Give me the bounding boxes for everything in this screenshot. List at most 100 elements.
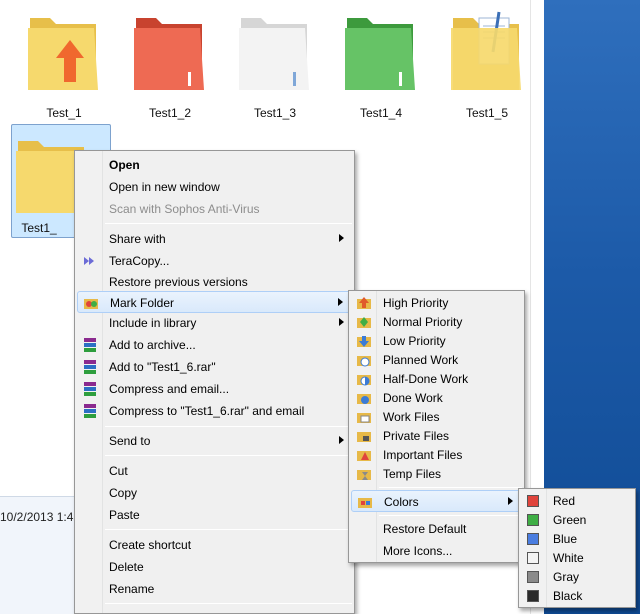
- menu-item-label: Important Files: [383, 448, 463, 462]
- menu-item-open-new-window[interactable]: Open in new window: [77, 176, 352, 198]
- menu-separator: [105, 603, 352, 604]
- normal-priority-icon: [357, 317, 371, 328]
- menu-item-compress-rar-email[interactable]: Compress to "Test1_6.rar" and email: [77, 400, 352, 422]
- menu-separator: [105, 426, 352, 427]
- folder-icon: [451, 11, 521, 90]
- submenu-arrow-icon: [508, 497, 513, 505]
- high-priority-icon: [357, 297, 371, 309]
- half-done-icon: [357, 375, 371, 386]
- submenu-arrow-icon: [339, 234, 344, 242]
- menu-item-label: Delete: [109, 560, 144, 574]
- mark-folder-submenu: High Priority Normal Priority Low Priori…: [348, 290, 525, 563]
- menu-item-copy[interactable]: Copy: [77, 482, 352, 504]
- teracopy-icon: [84, 257, 94, 265]
- menu-item-create-shortcut[interactable]: Create shortcut: [77, 534, 352, 556]
- menu-item-label: Normal Priority: [383, 315, 463, 329]
- submenu-item-colors[interactable]: Colors: [351, 490, 522, 512]
- menu-item-compress-email[interactable]: Compress and email...: [77, 378, 352, 400]
- folder-item[interactable]: Test1_4: [331, 2, 431, 120]
- folder-label: Test1_5: [465, 106, 509, 120]
- work-files-icon: [357, 413, 371, 423]
- menu-item-label: Black: [553, 589, 583, 603]
- submenu-arrow-icon: [339, 318, 344, 326]
- menu-item-add-archive[interactable]: Add to archive...: [77, 334, 352, 356]
- menu-item-label: Include in library: [109, 316, 197, 330]
- menu-item-label: Red: [553, 494, 576, 508]
- folder-item[interactable]: Test1_2: [120, 2, 220, 120]
- colors-icon: [358, 498, 372, 508]
- folder-label: Test_1: [46, 106, 82, 120]
- menu-item-cut[interactable]: Cut: [77, 460, 352, 482]
- menu-item-label: Open: [109, 158, 140, 172]
- menu-item-label: Compress and email...: [109, 382, 230, 396]
- folder-item[interactable]: Test1_5: [437, 2, 537, 120]
- menu-separator: [105, 529, 352, 530]
- folder-icon: [28, 18, 98, 90]
- red-swatch-icon: [527, 495, 539, 507]
- planned-work-icon: [357, 356, 371, 367]
- menu-item-restore-previous[interactable]: Restore previous versions: [77, 271, 352, 293]
- folder-icon: [239, 18, 309, 90]
- green-swatch-icon: [527, 514, 539, 526]
- menu-item-label: Add to archive...: [109, 338, 196, 352]
- menu-separator: [379, 487, 522, 488]
- menu-item-label: Cut: [109, 464, 128, 478]
- menu-item-rename[interactable]: Rename: [77, 578, 352, 600]
- menu-item-label: Create shortcut: [109, 538, 192, 552]
- menu-item-send-to[interactable]: Send to: [77, 430, 352, 452]
- menu-item-label: TeraCopy...: [109, 254, 170, 268]
- menu-item-include-library[interactable]: Include in library: [77, 312, 352, 334]
- menu-item-share-with[interactable]: Share with: [77, 228, 352, 250]
- modified-date: 10/2/2013 1:45: [0, 510, 81, 524]
- menu-item-label: Add to "Test1_6.rar": [109, 360, 216, 374]
- winrar-icon: [84, 338, 96, 352]
- white-swatch-icon: [527, 552, 539, 564]
- folder-item[interactable]: Test1_3: [225, 2, 325, 120]
- menu-item-label: Private Files: [383, 429, 450, 443]
- private-files-icon: [357, 432, 371, 442]
- menu-item-teracopy[interactable]: TeraCopy...: [77, 250, 352, 272]
- winrar-icon: [84, 360, 96, 374]
- winrar-icon: [84, 382, 96, 396]
- menu-separator: [379, 515, 522, 516]
- color-item-black[interactable]: Black: [521, 585, 633, 607]
- menu-item-open[interactable]: Open: [77, 154, 352, 176]
- menu-item-mark-folder[interactable]: Mark Folder: [77, 291, 352, 313]
- menu-item-paste[interactable]: Paste: [77, 504, 352, 526]
- colors-submenu: Red Green Blue White Gray Black: [518, 488, 636, 608]
- menu-item-label: Colors: [384, 495, 419, 509]
- low-priority-icon: [357, 336, 371, 347]
- menu-item-label: White: [553, 551, 584, 565]
- gray-swatch-icon: [527, 571, 539, 583]
- menu-item-label: Copy: [109, 486, 138, 500]
- menu-item-label: More Icons...: [383, 544, 453, 558]
- submenu-arrow-icon: [338, 298, 343, 306]
- menu-item-label: High Priority: [383, 296, 449, 310]
- menu-item-label: Scan with Sophos Anti-Virus: [109, 202, 260, 216]
- menu-item-label: Gray: [553, 570, 580, 584]
- winrar-icon: [84, 404, 96, 418]
- menu-separator: [105, 455, 352, 456]
- menu-item-label: Restore Default: [383, 522, 467, 536]
- submenu-item-restore-default[interactable]: Restore Default: [351, 518, 522, 540]
- menu-item-label: Green: [553, 513, 587, 527]
- menu-item-label: Blue: [553, 532, 578, 546]
- menu-item-label: Share with: [109, 232, 166, 246]
- menu-item-label: Restore previous versions: [109, 275, 248, 289]
- menu-item-label: Send to: [109, 434, 151, 448]
- submenu-item-more-icons[interactable]: More Icons...: [351, 540, 522, 562]
- menu-item-delete[interactable]: Delete: [77, 556, 352, 578]
- menu-item-label: Compress to "Test1_6.rar" and email: [109, 404, 305, 418]
- black-swatch-icon: [527, 590, 539, 602]
- menu-separator: [105, 223, 352, 224]
- menu-item-add-rar[interactable]: Add to "Test1_6.rar": [77, 356, 352, 378]
- details-pane: 10/2/2013 1:45: [0, 496, 80, 614]
- folder-label: Test1_3: [253, 106, 297, 120]
- menu-item-label: Rename: [109, 582, 155, 596]
- folder-label: Test1_4: [359, 106, 403, 120]
- submenu-item-temp-files[interactable]: Temp Files: [351, 463, 522, 485]
- menu-item-label: Done Work: [383, 391, 443, 405]
- folder-label: Test1_: [21, 221, 57, 235]
- folder-item[interactable]: Test_1: [14, 2, 114, 120]
- menu-item-label: Half-Done Work: [383, 372, 469, 386]
